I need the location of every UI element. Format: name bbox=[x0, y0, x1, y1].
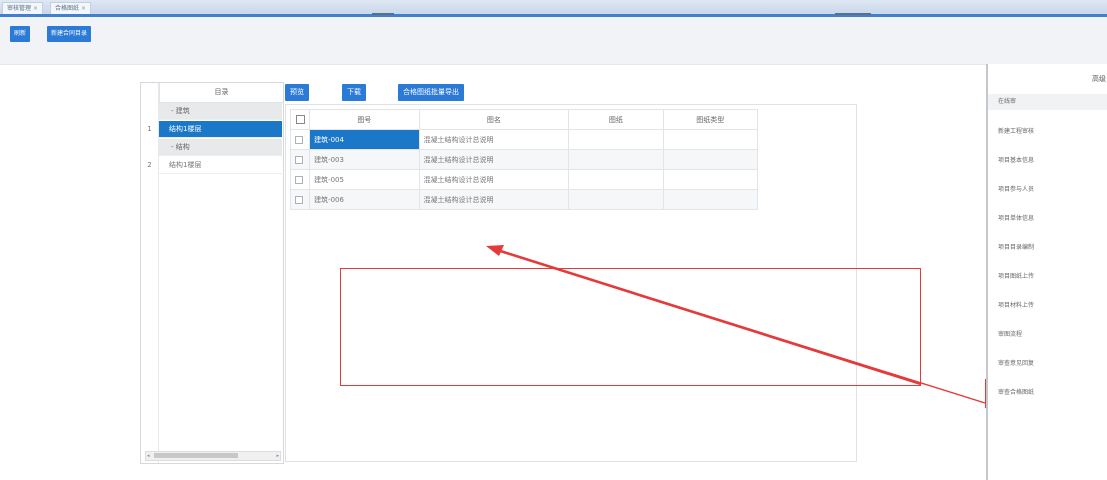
right-sidebar: 高级 在线审 新建工程审核 项目基本信息 项目参与人员 项目单体信息 项目目录编… bbox=[986, 64, 1107, 480]
sidebar-item-qualified-drawings[interactable]: 审查合格图纸 bbox=[998, 386, 1034, 400]
sidebar-item-material-upload[interactable]: 项目材料上传 bbox=[998, 299, 1034, 313]
sidebar-item-review-process[interactable]: 审图流程 bbox=[998, 328, 1022, 342]
sidebar-title: 高级 bbox=[1092, 75, 1106, 83]
sidebar-item-opinion-reply[interactable]: 审查意见回复 bbox=[998, 357, 1034, 371]
sidebar-item-directory[interactable]: 项目目录编制 bbox=[998, 241, 1034, 255]
sidebar-item-participants[interactable]: 项目参与人员 bbox=[998, 183, 1034, 197]
sidebar-item-unit-info[interactable]: 项目单体信息 bbox=[998, 212, 1034, 226]
sidebar-item-new-project[interactable]: 新建工程审核 bbox=[998, 125, 1034, 139]
annotation-arrowhead-icon bbox=[486, 245, 504, 256]
sidebar-item-project-info[interactable]: 项目基本信息 bbox=[998, 154, 1034, 168]
sidebar-item-online-review[interactable]: 在线审 bbox=[998, 95, 1016, 109]
annotation-arrow bbox=[486, 245, 986, 404]
sidebar-item-drawing-upload[interactable]: 项目图纸上传 bbox=[998, 270, 1034, 284]
annotation-arrow-shaft bbox=[493, 247, 922, 386]
